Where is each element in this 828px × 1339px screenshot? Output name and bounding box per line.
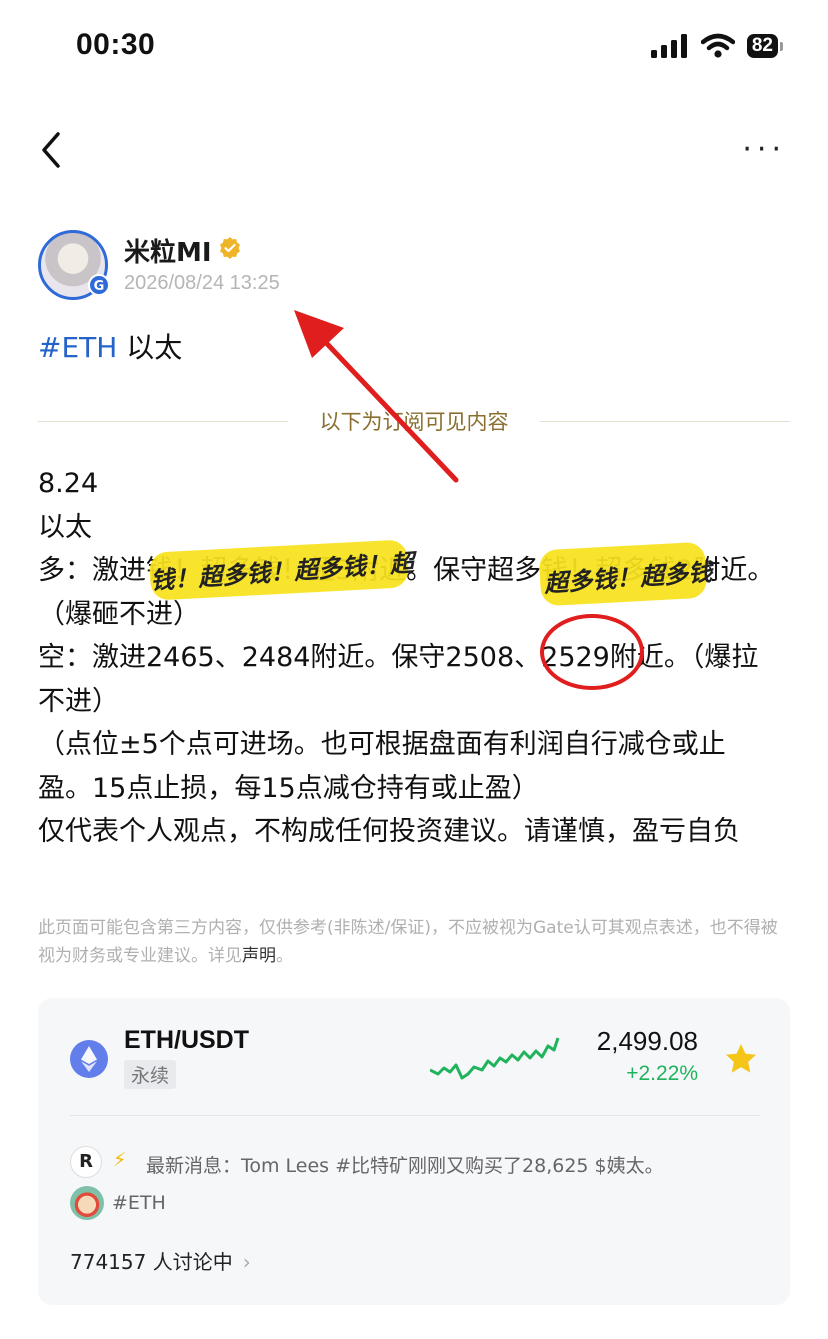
post-topic: #ETH 以太 <box>38 326 182 366</box>
eth-logo-icon <box>70 1040 108 1078</box>
discussion-count: 774157 人讨论中 <box>70 1250 233 1274</box>
author-name[interactable]: 米粒MI <box>124 232 212 269</box>
post-line-short: 空：激进2465、2484附近。保守2508、2529附近。（爆拉不进） <box>38 642 759 717</box>
ticker-card: ETH/USDT 永续 2,499.08 +2.22% R ⚡ 最新消息：Tom… <box>38 998 790 1305</box>
contract-type-badge: 永续 <box>124 1060 177 1089</box>
battery-indicator: 82 <box>746 34 784 58</box>
disclaimer-end: 。 <box>276 946 293 966</box>
author-header: G 米粒MI 2026/08/24 13:25 <box>38 230 798 305</box>
topic-hashtag-link[interactable]: #ETH <box>38 331 117 364</box>
back-button[interactable] <box>36 126 66 170</box>
chevron-right-icon: › <box>242 1250 251 1274</box>
news-source-logo: R <box>70 1146 102 1178</box>
lightning-bolt-icon: ⚡ <box>113 1149 127 1171</box>
news-headline: 最新消息：Tom Lees #比特矿刚刚又购买了28,625 $姨太。 <box>146 1155 664 1177</box>
status-bar: 00:30 82 <box>0 0 828 96</box>
status-icons: 82 <box>650 33 784 59</box>
post-timestamp: 2026/08/24 13:25 <box>124 272 280 294</box>
trading-pair-name[interactable]: ETH/USDT <box>124 1026 249 1055</box>
discussion-count-link[interactable]: 774157 人讨论中 › <box>70 1246 251 1275</box>
favorite-star-icon[interactable] <box>724 1042 758 1076</box>
divider-line-right <box>540 421 790 422</box>
platform-disclaimer: 此页面可能包含第三方内容，仅供参考(非陈述/保证)，不应被视为Gate认可其观点… <box>38 914 788 970</box>
more-horizontal-icon: ··· <box>742 132 786 167</box>
card-divider <box>70 1115 760 1116</box>
red-circle-annotation <box>540 614 644 690</box>
avatar-badge-icon: G <box>88 274 110 296</box>
price-change-percent: +2.22% <box>626 1062 698 1085</box>
news-item[interactable]: R ⚡ 最新消息：Tom Lees #比特矿刚刚又购买了28,625 $姨太。 <box>70 1146 770 1180</box>
post-body: 8.24 以太 多：激进钱！超多钱！超3附近。保守超多钱！超多钱2附近。（爆砸不… <box>38 462 778 854</box>
topic-text: 以太 <box>117 331 183 364</box>
last-price: 2,499.08 <box>596 1026 698 1056</box>
cellular-signal-icon <box>650 34 687 58</box>
topic-tag-label: #ETH <box>112 1192 166 1214</box>
verified-badge-icon <box>220 237 240 259</box>
price-sparkline <box>430 1037 560 1080</box>
disclaimer-text: 此页面可能包含第三方内容，仅供参考(非陈述/保证)，不应被视为Gate认可其观点… <box>38 918 778 966</box>
post-line-note: （点位±5个点可进场。也可根据盘面有利润自行减仓或止盈。15点止损，每15点减仓… <box>38 729 726 804</box>
tag-avatar <box>70 1186 104 1220</box>
more-options-button[interactable]: ··· <box>742 132 786 167</box>
post-line-disclaimer: 仅代表个人观点，不构成任何投资建议。请谨慎，盈亏自负 <box>38 816 740 847</box>
statement-link[interactable]: 声明 <box>242 946 276 966</box>
status-time: 00:30 <box>76 28 156 61</box>
chevron-left-icon <box>42 132 60 168</box>
wifi-icon <box>700 33 735 58</box>
nav-bar: ··· <box>0 120 828 180</box>
red-arrow-annotation <box>294 310 459 483</box>
